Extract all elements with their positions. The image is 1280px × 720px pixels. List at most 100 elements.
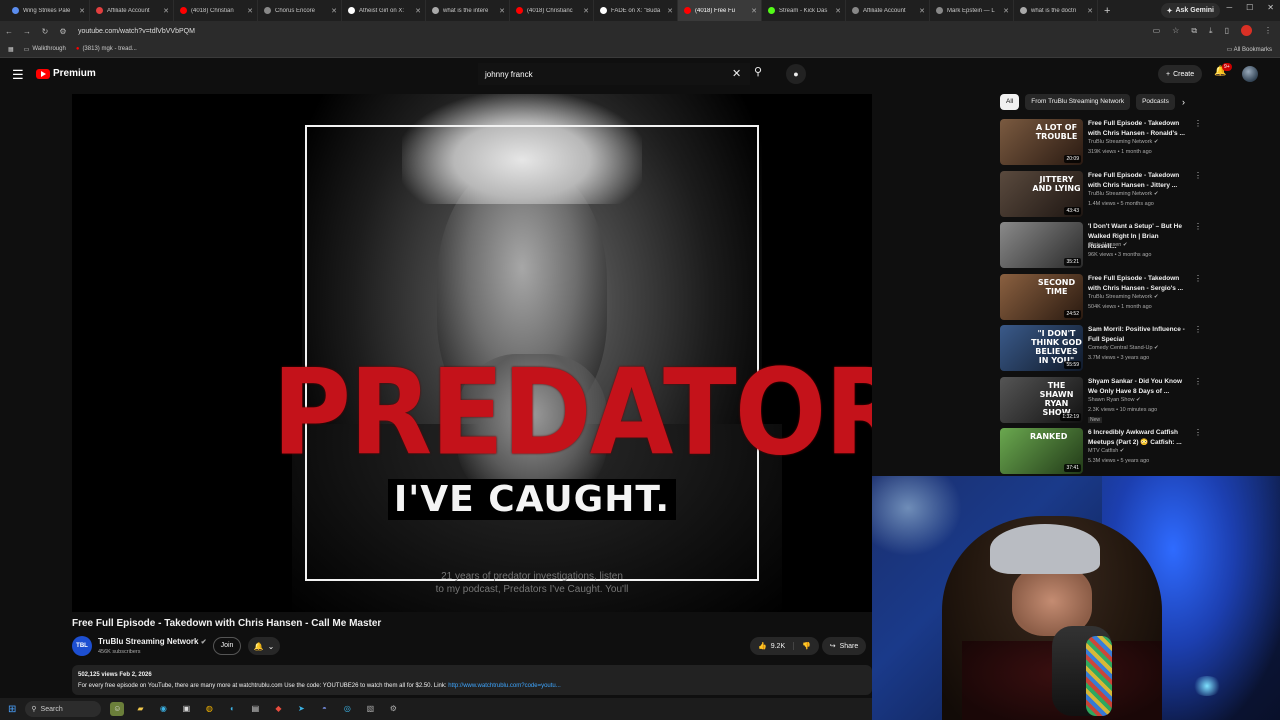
- recommendation-channel[interactable]: Comedy Central Stand-Up ✔: [1088, 345, 1159, 351]
- back-icon[interactable]: ←: [0, 27, 18, 36]
- filter-chip[interactable]: From TruBlu Streaming Network: [1025, 94, 1131, 110]
- hamburger-menu-icon[interactable]: ☰: [12, 67, 24, 83]
- bookmark-walkthrough[interactable]: ▭ Walkthrough: [24, 46, 66, 53]
- more-options-icon[interactable]: ⋮: [1194, 119, 1202, 128]
- recommendation-title[interactable]: Free Full Episode - Takedown with Chris …: [1088, 274, 1188, 294]
- more-options-icon[interactable]: ⋮: [1194, 428, 1202, 437]
- tab-close-icon[interactable]: ✕: [1087, 7, 1093, 15]
- recommendation-thumbnail[interactable]: JITTERY AND LYING 43:43: [1000, 170, 1083, 217]
- profile-avatar[interactable]: [1241, 25, 1252, 36]
- create-button[interactable]: + Create: [1158, 65, 1203, 83]
- menu-dots-icon[interactable]: ⋮: [1264, 26, 1272, 35]
- maximize-icon[interactable]: ☐: [1246, 3, 1253, 12]
- recommendation-channel[interactable]: TruBlu Streaming Network ✔: [1088, 139, 1158, 145]
- recommendation-thumbnail[interactable]: SECOND TIME 24:52: [1000, 273, 1083, 320]
- browser-tab[interactable]: what is the intere ✕: [426, 0, 510, 21]
- tab-close-icon[interactable]: ✕: [331, 7, 337, 15]
- reload-icon[interactable]: ↻: [36, 27, 54, 36]
- tab-close-icon[interactable]: ✕: [583, 7, 589, 15]
- send-icon[interactable]: ➤: [294, 702, 308, 716]
- more-options-icon[interactable]: ⋮: [1194, 377, 1202, 386]
- app-icon-2[interactable]: ▧: [363, 702, 377, 716]
- recommendation-thumbnail[interactable]: THE SHAWN RYAN SHOW 1:32:19: [1000, 376, 1083, 423]
- browser-tab[interactable]: Affiliate Account ✕: [90, 0, 174, 21]
- forward-icon[interactable]: →: [18, 27, 36, 36]
- browser-tab[interactable]: what is the doctri ✕: [1014, 0, 1098, 21]
- recommendation-title[interactable]: Free Full Episode - Takedown with Chris …: [1088, 119, 1188, 139]
- account-avatar[interactable]: [1242, 66, 1258, 82]
- browser-tab[interactable]: (4018) Christian ✕: [174, 0, 258, 21]
- recommendation-channel[interactable]: TruBlu Streaming Network ✔: [1088, 294, 1158, 300]
- sidepanel-icon[interactable]: ▯: [1225, 26, 1229, 35]
- browser-tab[interactable]: (4018) Free Fu ✕: [678, 0, 762, 21]
- recommendation-title[interactable]: Free Full Episode - Takedown with Chris …: [1088, 171, 1188, 191]
- edge-icon[interactable]: ◉: [156, 702, 170, 716]
- recommendation-channel[interactable]: Shawn Ryan Show ✔: [1088, 397, 1141, 403]
- more-options-icon[interactable]: ⋮: [1194, 274, 1202, 283]
- browser-tab[interactable]: Affiliate Account ✕: [846, 0, 930, 21]
- new-tab-icon[interactable]: +: [1104, 5, 1110, 17]
- calculator-icon[interactable]: ▤: [248, 702, 262, 716]
- clear-search-icon[interactable]: ✕: [732, 67, 741, 80]
- recommendation-item[interactable]: THE SHAWN RYAN SHOW 1:32:19 Shyam Sankar -…: [1000, 376, 1202, 425]
- browser-tab[interactable]: (4018) Christianc ✕: [510, 0, 594, 21]
- search-input[interactable]: johnny franck: [478, 63, 750, 85]
- recommendation-item[interactable]: JITTERY AND LYING 43:43 Free Full Episode …: [1000, 170, 1202, 219]
- recommendation-thumbnail[interactable]: 35:21: [1000, 222, 1083, 268]
- browser-tab[interactable]: Atheist Girl on X: ✕: [342, 0, 426, 21]
- ask-gemini-button[interactable]: ✦ Ask Gemini: [1160, 3, 1220, 18]
- tab-close-icon[interactable]: ✕: [415, 7, 421, 15]
- recommendation-thumbnail[interactable]: RANKED 37:41: [1000, 428, 1083, 474]
- tab-close-icon[interactable]: ✕: [499, 7, 505, 15]
- video-player[interactable]: PREDATORS I'VE CAUGHT. 21 years of preda…: [72, 94, 872, 612]
- apps-icon[interactable]: ▦: [8, 46, 14, 53]
- recommendation-channel[interactable]: MTV Catfish ✔: [1088, 448, 1124, 454]
- recommendation-channel[interactable]: TruBlu Streaming Network ✔: [1088, 191, 1158, 197]
- dislike-button[interactable]: 👎: [794, 642, 819, 650]
- more-options-icon[interactable]: ⋮: [1194, 222, 1202, 231]
- browser-tab[interactable]: Stream - Kick Das ✕: [762, 0, 846, 21]
- tab-close-icon[interactable]: ✕: [751, 7, 757, 15]
- recommendation-thumbnail[interactable]: A LOT OF TROUBLE 20:09: [1000, 119, 1083, 165]
- browser-tab[interactable]: Wing Strikes Pale ✕: [6, 0, 90, 21]
- like-button[interactable]: 👍 9.2K: [750, 642, 795, 650]
- channel-name[interactable]: TruBlu Streaming Network: [98, 637, 198, 646]
- bookmark-star-icon[interactable]: ☆: [1172, 26, 1179, 35]
- site-info-icon[interactable]: ⚙: [54, 27, 72, 36]
- steam-icon[interactable]: ◎: [340, 702, 354, 716]
- search-icon[interactable]: ⚲: [754, 65, 762, 78]
- more-options-icon[interactable]: ⋮: [1194, 325, 1202, 334]
- description-link[interactable]: http://www.watchtrublu.com?code=youtu...: [448, 683, 561, 689]
- recommendation-item[interactable]: "I DON'T THINK GOD BELIEVES IN YOU" 55:59…: [1000, 325, 1202, 373]
- browser-tab[interactable]: Mark Epstein — L ✕: [930, 0, 1014, 21]
- recommendation-item[interactable]: 35:21 'I Don't Want a Setup' – But He Wal…: [1000, 222, 1202, 270]
- tab-close-icon[interactable]: ✕: [79, 7, 85, 15]
- file-explorer-icon[interactable]: ▰: [133, 702, 147, 716]
- tab-close-icon[interactable]: ✕: [1003, 7, 1009, 15]
- taskbar-search[interactable]: ⚲ Search: [25, 701, 102, 717]
- recommendation-title[interactable]: Sam Morril: Positive Influence - Full Sp…: [1088, 325, 1188, 345]
- app-icon[interactable]: ◐: [225, 702, 239, 716]
- description-box[interactable]: 502,125 views Feb 2, 2026 For every free…: [72, 665, 872, 695]
- more-options-icon[interactable]: ⋮: [1194, 171, 1202, 180]
- recommendation-title[interactable]: Shyam Sankar - Did You Know We Only Have…: [1088, 377, 1188, 397]
- microphone-icon[interactable]: ●: [786, 64, 806, 84]
- minimize-icon[interactable]: ─: [1226, 3, 1232, 12]
- youtube-premium-logo[interactable]: Premium: [36, 68, 96, 79]
- subscription-bell-button[interactable]: 🔔 ⌄: [248, 637, 280, 655]
- tab-close-icon[interactable]: ✕: [667, 7, 673, 15]
- recommendation-item[interactable]: SECOND TIME 24:52 Free Full Episode - Take…: [1000, 273, 1202, 322]
- all-bookmarks[interactable]: ▭ All Bookmarks: [1227, 46, 1272, 53]
- settings-icon[interactable]: ⚙: [386, 702, 400, 716]
- recommendation-thumbnail[interactable]: "I DON'T THINK GOD BELIEVES IN YOU" 55:59: [1000, 325, 1083, 371]
- tab-close-icon[interactable]: ✕: [163, 7, 169, 15]
- chevron-right-icon[interactable]: ›: [1182, 97, 1185, 107]
- recommendation-item[interactable]: RANKED 37:41 6 Incredibly Awkward Catfish …: [1000, 428, 1202, 476]
- join-button[interactable]: Join: [213, 637, 241, 655]
- browser-tab[interactable]: Chorus Encore ✕: [258, 0, 342, 21]
- channel-name-row[interactable]: TruBlu Streaming Network ✔: [98, 637, 207, 646]
- filter-chip[interactable]: Podcasts: [1136, 94, 1175, 110]
- discord-icon[interactable]: ◓: [317, 702, 331, 716]
- windows-start-icon[interactable]: ⊞: [8, 704, 16, 715]
- tab-close-icon[interactable]: ✕: [835, 7, 841, 15]
